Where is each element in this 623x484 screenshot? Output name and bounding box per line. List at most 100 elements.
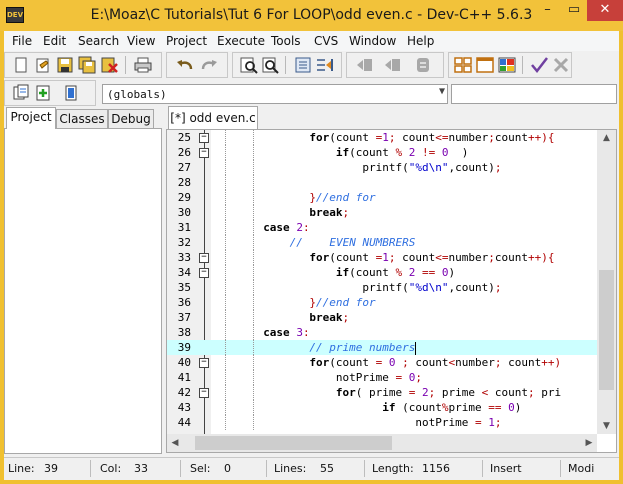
check-icon[interactable]: [529, 56, 549, 74]
indent-guide: [253, 355, 254, 370]
tab-debug[interactable]: Debug: [108, 109, 154, 129]
fold-toggle-icon[interactable]: −: [199, 358, 209, 368]
code-line[interactable]: 31 case 2:: [167, 220, 597, 235]
code-line[interactable]: 27 printf("%d\n",count);: [167, 160, 597, 175]
open-icon[interactable]: [33, 56, 53, 74]
scope-combo[interactable]: (globals) ▼: [102, 84, 448, 104]
code-line[interactable]: 34− if(count % 2 == 0): [167, 265, 597, 280]
tile-icon[interactable]: [453, 56, 473, 74]
code-line[interactable]: 44 notPrime = 1;: [167, 415, 597, 430]
maximize-button[interactable]: ▭: [561, 0, 587, 21]
project-options-icon[interactable]: [61, 84, 81, 102]
menu-window[interactable]: Window: [349, 34, 396, 48]
indent-guide: [225, 130, 226, 145]
code-line[interactable]: 29}//end for: [167, 190, 597, 205]
scroll-down-icon[interactable]: ▼: [597, 418, 616, 434]
scroll-left-icon[interactable]: ◀: [167, 434, 183, 452]
function-combo[interactable]: [451, 84, 617, 104]
editor-tab-odd-even[interactable]: [*] odd even.c: [168, 106, 258, 130]
fold-toggle-icon[interactable]: −: [199, 253, 209, 263]
line-number: 27: [177, 161, 191, 174]
scroll-up-icon[interactable]: ▲: [597, 130, 616, 146]
minimize-button[interactable]: –: [534, 0, 561, 21]
status-divider: [180, 460, 181, 477]
code-text: if(count % 2 == 0): [309, 266, 456, 279]
menu-cvs[interactable]: CVS: [314, 34, 338, 48]
toggle-icon[interactable]: [413, 56, 433, 74]
print-icon[interactable]: [133, 56, 153, 74]
line-number: 42: [177, 386, 191, 399]
menu-edit[interactable]: Edit: [43, 34, 66, 48]
code-line[interactable]: 43 if (count%prime == 0): [167, 400, 597, 415]
indent-guide: [253, 220, 254, 235]
stop-icon[interactable]: [551, 56, 571, 74]
save-icon[interactable]: [55, 56, 75, 74]
code-line[interactable]: 26− if(count % 2 != 0 ): [167, 145, 597, 160]
tab-project[interactable]: Project: [6, 107, 56, 129]
code-line[interactable]: 25− for(count =1; count<=number;count++){: [167, 130, 597, 145]
indent-guide: [253, 235, 254, 250]
indent-icon[interactable]: [293, 56, 313, 74]
undo-icon[interactable]: [175, 56, 195, 74]
indent-guide: [253, 295, 254, 310]
goto-icon[interactable]: [355, 56, 375, 74]
code-line[interactable]: 28: [167, 175, 597, 190]
redo-icon[interactable]: [199, 56, 219, 74]
replace-icon[interactable]: [261, 56, 281, 74]
menu-view[interactable]: View: [127, 34, 155, 48]
indent-guide: [225, 370, 226, 385]
menu-file[interactable]: File: [12, 34, 32, 48]
indent-guide: [225, 400, 226, 415]
new-file-icon[interactable]: [11, 56, 31, 74]
indent-guide: [225, 310, 226, 325]
unindent-icon[interactable]: [315, 56, 335, 74]
vertical-scrollbar[interactable]: ▲ ▼: [597, 130, 616, 434]
bookmark-icon[interactable]: [383, 56, 403, 74]
menu-help[interactable]: Help: [407, 34, 434, 48]
fold-toggle-icon[interactable]: −: [199, 388, 209, 398]
new-project-icon[interactable]: [11, 84, 31, 102]
close-file-icon[interactable]: [99, 56, 119, 74]
code-line[interactable]: 33− for(count =1; count<=number;count++){: [167, 250, 597, 265]
code-line[interactable]: 40− for(count = 0 ; count<number; count++…: [167, 355, 597, 370]
fold-toggle-icon[interactable]: −: [199, 148, 209, 158]
code-line[interactable]: 42− for( prime = 2; prime < count; pri: [167, 385, 597, 400]
tab-classes[interactable]: Classes: [56, 109, 108, 129]
code-text: case 3:: [263, 326, 310, 339]
window-icon[interactable]: [475, 56, 495, 74]
menu-tools[interactable]: Tools: [271, 34, 301, 48]
code-line[interactable]: 37 break;: [167, 310, 597, 325]
status-divider: [266, 460, 267, 477]
code-line[interactable]: 30 break;: [167, 205, 597, 220]
indent-guide: [253, 400, 254, 415]
horizontal-scroll-thumb[interactable]: [195, 436, 392, 450]
code-line[interactable]: 38 case 3:: [167, 325, 597, 340]
fold-toggle-icon[interactable]: −: [199, 133, 209, 143]
chevron-down-icon[interactable]: ▼: [439, 86, 445, 97]
code-editor[interactable]: 25− for(count =1; count<=number;count++){…: [166, 129, 617, 453]
menu-execute[interactable]: Execute: [217, 34, 265, 48]
status-sel-value: 0: [224, 462, 231, 475]
code-line[interactable]: 41 notPrime = 0;: [167, 370, 597, 385]
code-line[interactable]: 39 // prime numbers: [167, 340, 597, 355]
find-icon[interactable]: [239, 56, 259, 74]
add-to-project-icon[interactable]: [33, 84, 53, 102]
save-all-icon[interactable]: [77, 56, 97, 74]
status-divider: [90, 460, 91, 477]
toolbar-separator: [125, 56, 126, 74]
code-line[interactable]: 36}//end for: [167, 295, 597, 310]
code-line[interactable]: 35 printf("%d\n",count);: [167, 280, 597, 295]
horizontal-scrollbar[interactable]: ◀ ▶: [167, 434, 597, 452]
menu-search[interactable]: Search: [78, 34, 119, 48]
indent-guide: [225, 415, 226, 430]
line-number: 32: [177, 236, 191, 249]
menu-project[interactable]: Project: [166, 34, 207, 48]
indent-guide: [225, 385, 226, 400]
scroll-right-icon[interactable]: ▶: [581, 434, 597, 452]
close-window-button[interactable]: ✕: [587, 0, 623, 21]
chart-icon[interactable]: [497, 56, 517, 74]
vertical-scroll-thumb[interactable]: [599, 270, 614, 390]
file-toolbar: [4, 52, 162, 78]
fold-toggle-icon[interactable]: −: [199, 268, 209, 278]
code-line[interactable]: 32 // EVEN NUMBRERS: [167, 235, 597, 250]
